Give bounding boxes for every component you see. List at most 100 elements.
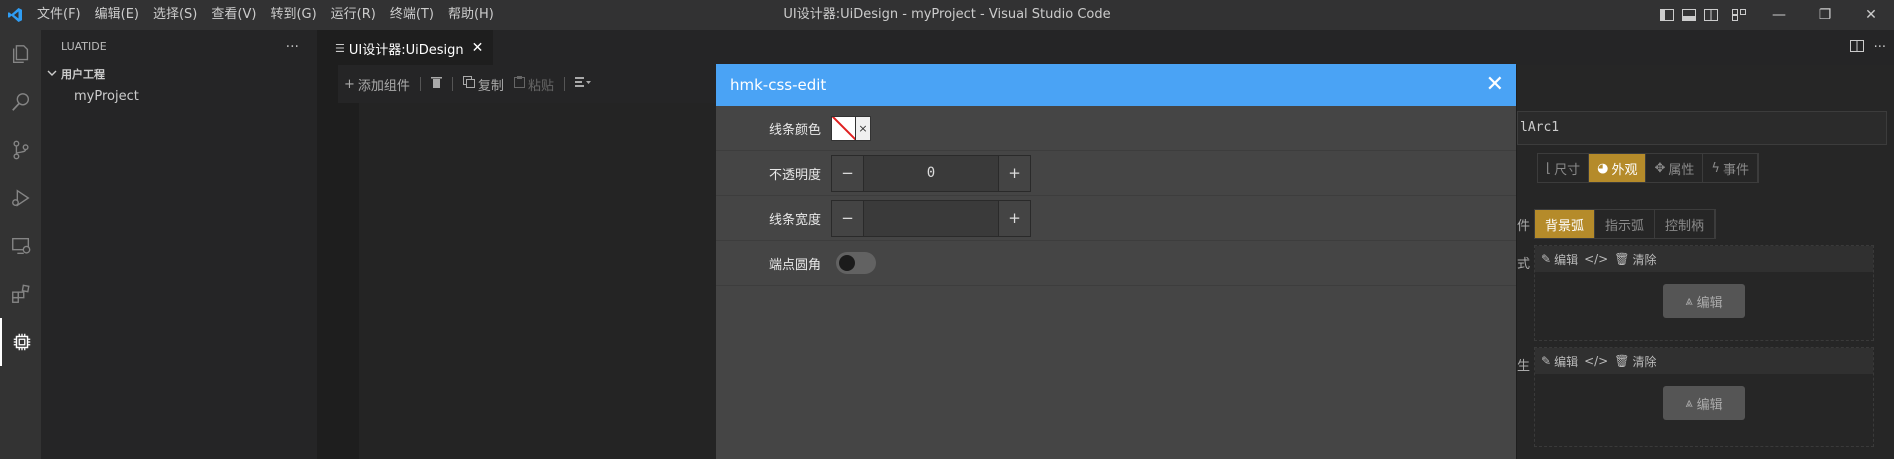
code-icon[interactable]: </> bbox=[1584, 354, 1608, 368]
chip-designer-icon[interactable] bbox=[0, 318, 41, 366]
extensions-icon[interactable] bbox=[0, 270, 41, 318]
side-label-part: 件 bbox=[1517, 219, 1531, 234]
remote-explorer-icon[interactable] bbox=[0, 222, 41, 270]
opacity-input[interactable]: 0 bbox=[863, 155, 999, 191]
menu-go[interactable]: 转到(G) bbox=[263, 0, 323, 30]
color-clear-button[interactable]: × bbox=[856, 115, 871, 141]
copy-icon bbox=[462, 76, 475, 92]
color-swatch[interactable] bbox=[831, 115, 856, 141]
toolbar-divider bbox=[451, 77, 453, 91]
opacity-label: 不透明度 bbox=[768, 167, 821, 183]
menu-selection[interactable]: 选择(S) bbox=[146, 0, 204, 30]
block-clear-link[interactable]: 🗑 清除 bbox=[1614, 353, 1656, 370]
toggle-panel-icon[interactable] bbox=[1678, 0, 1700, 30]
trash-icon: 🗑 bbox=[1614, 252, 1630, 266]
pencil-icon: ✎ bbox=[1541, 354, 1552, 368]
tab-label: UI设计器:UiDesign bbox=[348, 42, 464, 58]
menu-view[interactable]: 查看(V) bbox=[204, 0, 263, 30]
dialog-title: hmk-css-edit bbox=[730, 76, 827, 94]
row-opacity: 不透明度 − 0 + bbox=[716, 151, 1516, 196]
sidebar-more-icon[interactable]: ··· bbox=[286, 39, 299, 55]
tab-appearance-label: 外观 bbox=[1611, 162, 1638, 178]
bolt-icon: ϟ bbox=[1711, 160, 1720, 176]
attr-block: ✎ 编辑 </> 🗑 清除 ⩓ 编辑 bbox=[1534, 347, 1874, 447]
opacity-decrement-button[interactable]: − bbox=[832, 155, 863, 191]
tab-uidesign[interactable]: ☰ UI设计器:UiDesign ✕ bbox=[317, 30, 494, 65]
css-edit-dialog: hmk-css-edit ✕ 线条颜色 × 不透明度 − 0 + 线条宽度 − … bbox=[716, 64, 1516, 459]
style-edit-button[interactable]: ⩓ 编辑 bbox=[1663, 284, 1745, 318]
block-clear-label: 清除 bbox=[1632, 354, 1657, 369]
paste-button[interactable]: 粘贴 bbox=[513, 75, 564, 94]
row-round-ends: 端点圆角 bbox=[716, 241, 1516, 286]
maximize-button[interactable]: ❐ bbox=[1802, 0, 1848, 30]
pencil-icon: ✎ bbox=[1541, 252, 1552, 266]
block-edit-link[interactable]: ✎ 编辑 bbox=[1541, 353, 1578, 370]
line-width-increment-button[interactable]: + bbox=[999, 200, 1030, 236]
run-debug-icon[interactable] bbox=[0, 174, 41, 222]
sidebar: LUATIDE ··· 用户工程 myProject bbox=[41, 30, 317, 459]
block-edit-label: 编辑 bbox=[1554, 252, 1579, 267]
side-label-attr: 生 bbox=[1517, 359, 1531, 374]
sidebar-item-myproject[interactable]: myProject bbox=[41, 85, 317, 107]
row-line-width: 线条宽度 − + bbox=[716, 196, 1516, 241]
code-icon[interactable]: </> bbox=[1584, 252, 1608, 266]
round-ends-toggle[interactable] bbox=[836, 252, 876, 274]
style-block: ✎ 编辑 </> 🗑 清除 ⩓ 编辑 bbox=[1534, 245, 1874, 341]
line-width-input[interactable] bbox=[863, 200, 999, 236]
editor-more-icon[interactable]: ··· bbox=[1874, 40, 1886, 55]
tab-events[interactable]: ϟ 事件 bbox=[1703, 154, 1758, 182]
block-edit-link[interactable]: ✎ 编辑 bbox=[1541, 251, 1578, 268]
side-label-style: 式 bbox=[1517, 257, 1531, 272]
menu-edit[interactable]: 编辑(E) bbox=[88, 0, 146, 30]
opacity-increment-button[interactable]: + bbox=[999, 155, 1030, 191]
align-menu-button[interactable] bbox=[574, 76, 601, 92]
customize-layout-icon[interactable] bbox=[1722, 0, 1756, 30]
subtab-indicator-arc[interactable]: 指示弧 bbox=[1595, 210, 1656, 238]
tab-appearance[interactable]: ◕ 外观 bbox=[1589, 154, 1647, 182]
properties-panel: lArc1 ⌊ 尺寸 ◕ 外观 ✥ 属性 ϟ 事件 件 背景弧 指示弧 控制柄 式 ✎ 编… bbox=[1517, 65, 1894, 459]
source-control-icon[interactable] bbox=[0, 126, 41, 174]
toggle-knob bbox=[839, 255, 855, 271]
tab-properties-label: 属性 bbox=[1668, 162, 1695, 178]
explorer-icon[interactable] bbox=[0, 30, 41, 78]
line-width-label: 线条宽度 bbox=[768, 212, 821, 228]
line-width-decrement-button[interactable]: − bbox=[832, 200, 863, 236]
align-icon bbox=[574, 76, 591, 92]
search-icon[interactable] bbox=[0, 78, 41, 126]
compass-icon: ⩓ bbox=[1685, 293, 1693, 309]
attr-edit-button[interactable]: ⩓ 编辑 bbox=[1663, 386, 1745, 420]
tab-close-icon[interactable]: ✕ bbox=[472, 40, 484, 56]
menu-run[interactable]: 运行(R) bbox=[324, 0, 383, 30]
close-window-button[interactable]: ✕ bbox=[1848, 0, 1894, 30]
menu-help[interactable]: 帮助(H) bbox=[441, 0, 501, 30]
menu-file[interactable]: 文件(F) bbox=[30, 0, 88, 30]
toolbar-divider bbox=[419, 77, 421, 91]
copy-button[interactable]: 复制 bbox=[462, 75, 514, 94]
delete-button[interactable] bbox=[430, 76, 452, 92]
split-editor-icon[interactable] bbox=[1849, 39, 1864, 56]
block-clear-label: 清除 bbox=[1632, 252, 1657, 267]
subtab-knob[interactable]: 控制柄 bbox=[1655, 210, 1716, 238]
tab-properties[interactable]: ✥ 属性 bbox=[1646, 154, 1704, 182]
activity-bar bbox=[0, 30, 41, 459]
subtab-background-arc[interactable]: 背景弧 bbox=[1535, 210, 1596, 238]
tab-size[interactable]: ⌊ 尺寸 bbox=[1538, 154, 1590, 182]
line-width-stepper: − + bbox=[831, 199, 1031, 237]
toggle-secondary-sidebar-icon[interactable] bbox=[1700, 0, 1722, 30]
add-component-button[interactable]: + 添加组件 bbox=[344, 75, 420, 94]
component-name-input[interactable]: lArc1 bbox=[1517, 111, 1887, 145]
section-label: 用户工程 bbox=[61, 68, 105, 81]
block-clear-link[interactable]: 🗑 清除 bbox=[1614, 251, 1656, 268]
row-line-color: 线条颜色 × bbox=[716, 106, 1516, 151]
section-user-projects[interactable]: 用户工程 bbox=[41, 63, 317, 85]
toggle-sidebar-icon[interactable] bbox=[1656, 0, 1678, 30]
minimize-button[interactable]: — bbox=[1756, 0, 1802, 30]
trash-icon: 🗑 bbox=[1614, 354, 1630, 368]
trash-icon bbox=[430, 76, 442, 92]
dialog-header: hmk-css-edit ✕ bbox=[716, 64, 1516, 106]
dialog-close-icon[interactable]: ✕ bbox=[1486, 74, 1504, 96]
menu-terminal[interactable]: 终端(T) bbox=[383, 0, 441, 30]
vscode-logo-icon bbox=[0, 0, 30, 30]
title-bar: 文件(F) 编辑(E) 选择(S) 查看(V) 转到(G) 运行(R) 终端(T… bbox=[0, 0, 1894, 30]
add-component-label: 添加组件 bbox=[357, 78, 410, 94]
